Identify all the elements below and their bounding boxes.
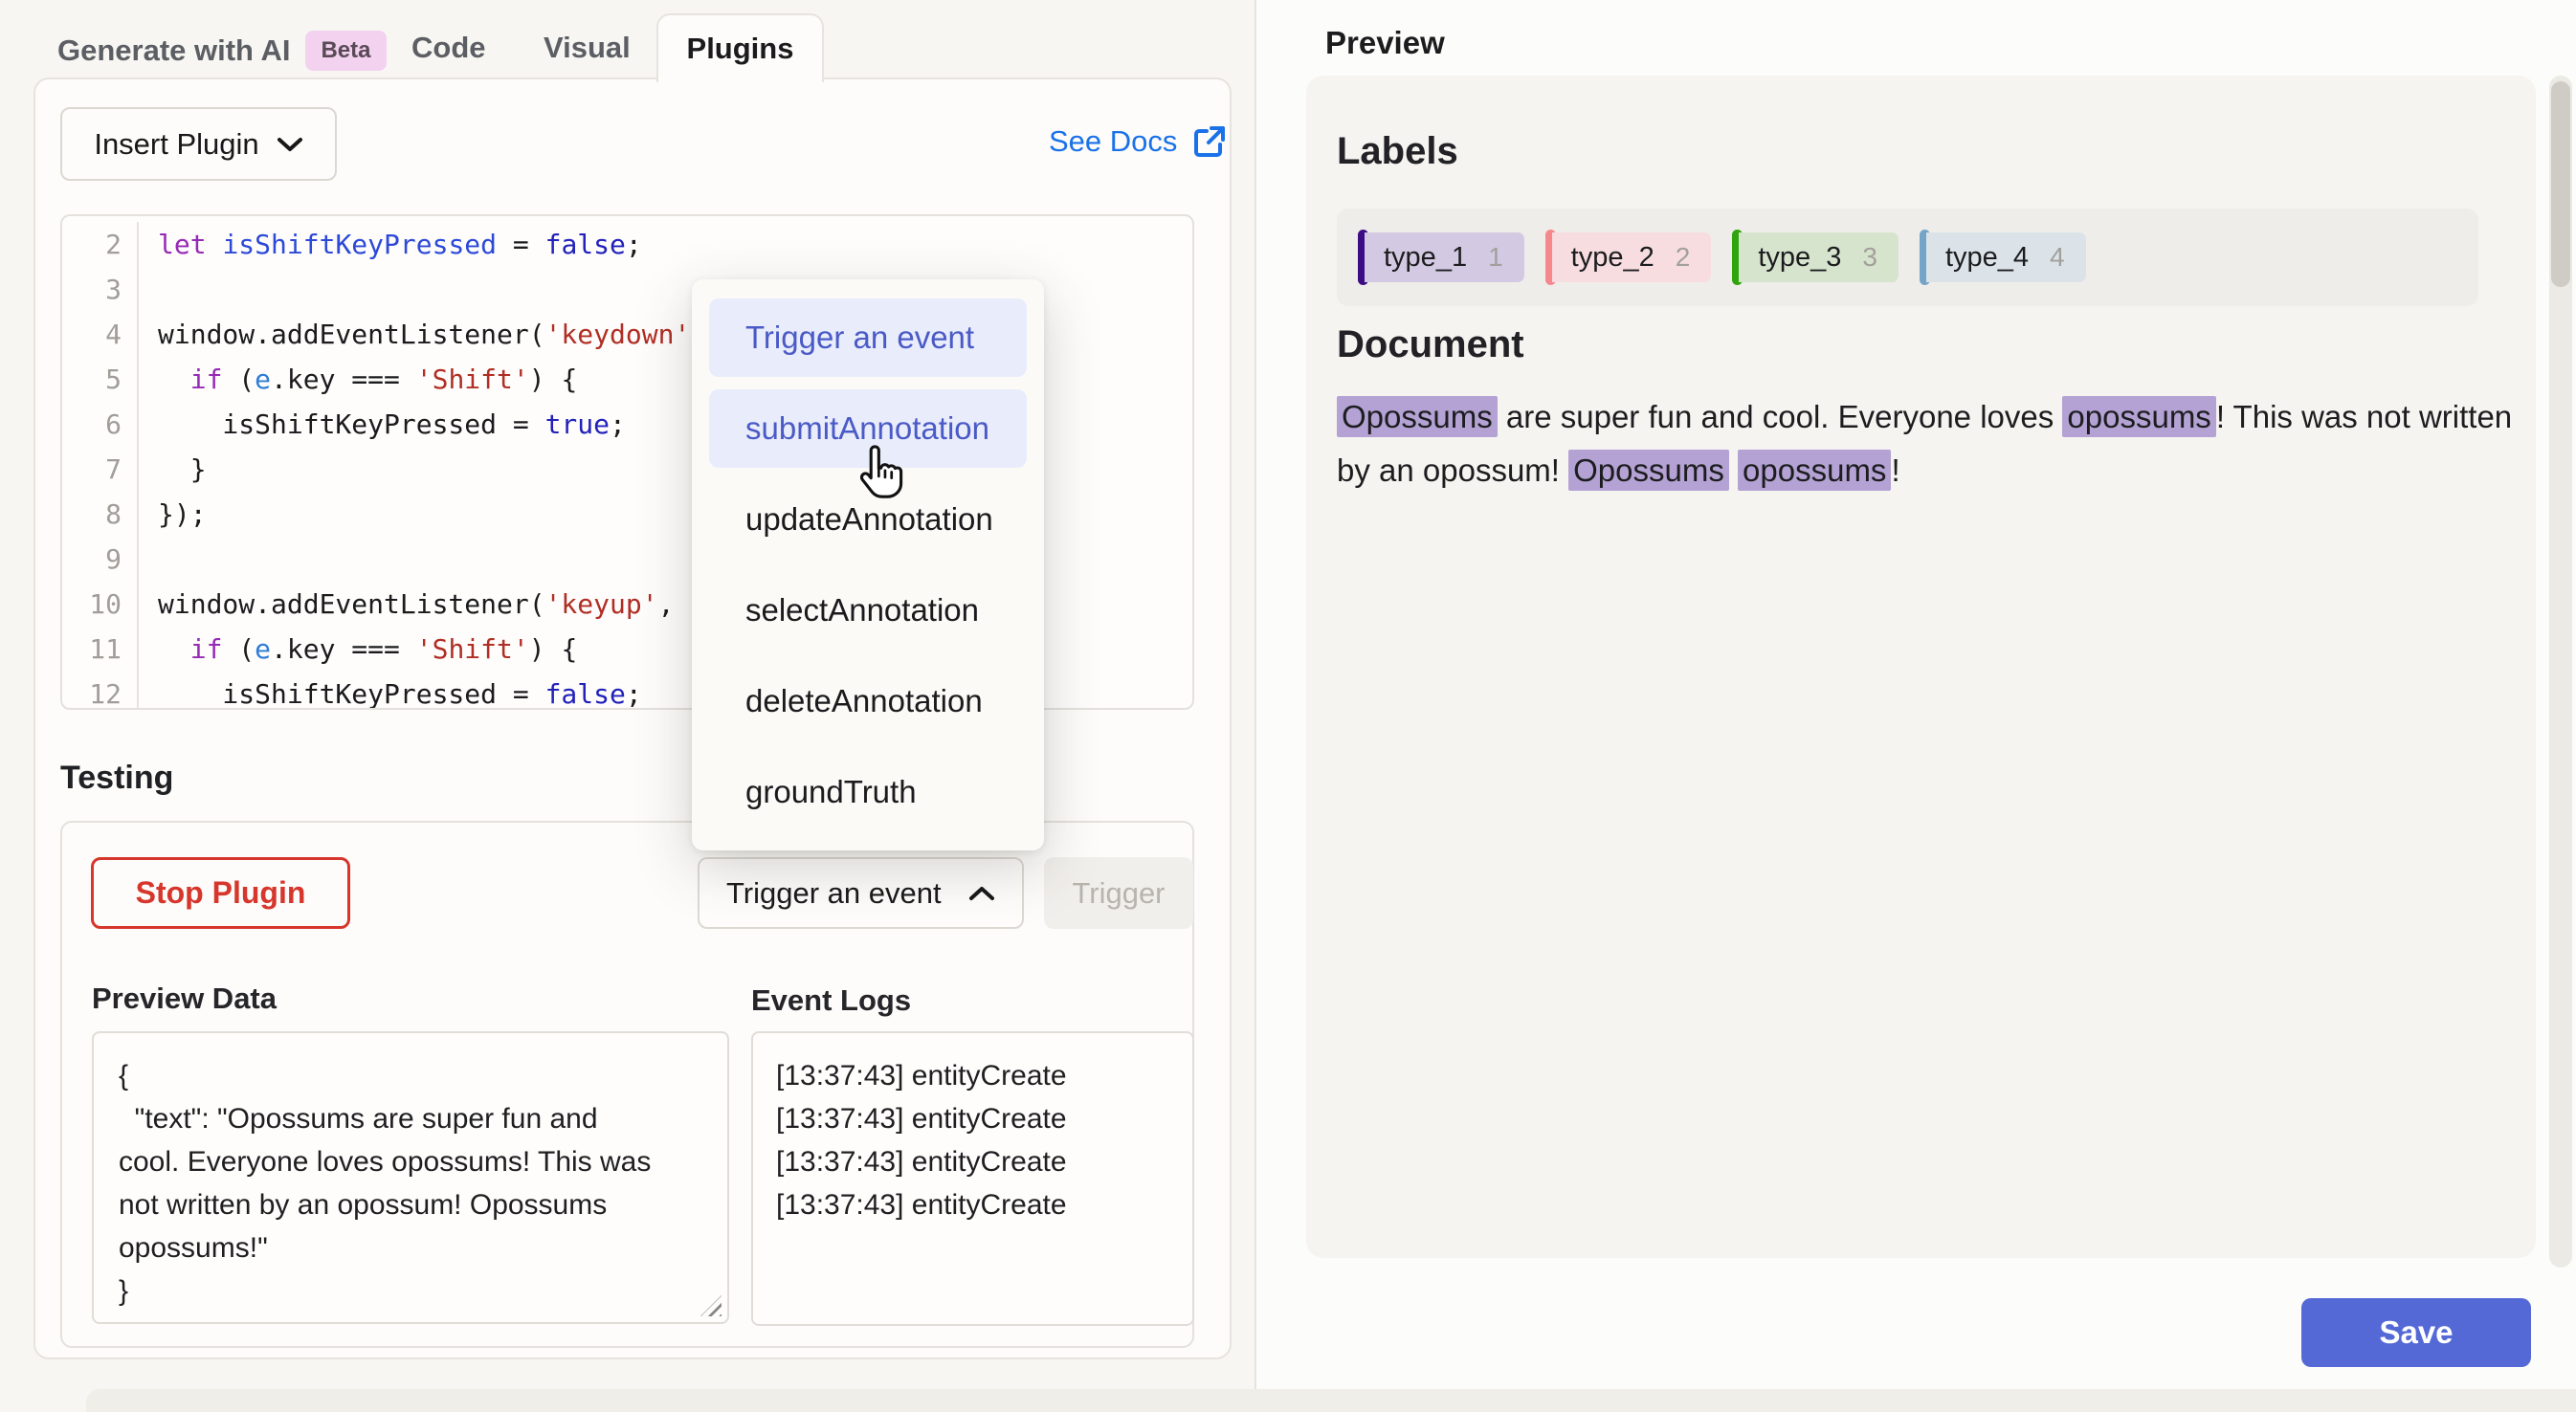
event-menu: Trigger an eventsubmitAnnotationupdateAn… <box>692 279 1044 850</box>
bottom-edge-strip <box>86 1389 2576 1412</box>
tab-visual[interactable]: Visual <box>544 31 631 65</box>
preview-data-line: } <box>119 1269 702 1313</box>
label-chip-type_1[interactable]: type_1 1 <box>1358 230 1524 285</box>
line-number: 9 <box>62 537 139 582</box>
chip-count: 4 <box>2050 242 2065 273</box>
chip-label: type_1 <box>1384 242 1467 274</box>
code-text: isShiftKeyPressed = false; <box>139 672 642 710</box>
tab-plugins[interactable]: Plugins <box>656 13 824 82</box>
labels-chip-strip: type_1 1 type_2 2 type_3 3 type_4 4 <box>1337 209 2478 306</box>
label-chip-type_3[interactable]: type_3 3 <box>1732 230 1899 285</box>
see-docs-label: See Docs <box>1049 124 1177 159</box>
preview-data-line: not written by an opossum! Opossums <box>119 1183 702 1226</box>
annotated-span[interactable]: Opossums <box>1337 396 1498 437</box>
menu-item-selectannotation[interactable]: selectAnnotation <box>709 571 1027 650</box>
chip-label: type_3 <box>1758 242 1841 274</box>
annotated-span[interactable]: opossums <box>2062 396 2215 437</box>
code-text <box>139 267 158 312</box>
chevron-down-icon <box>277 136 303 153</box>
event-logs-box: [13:37:43] entityCreate[13:37:43] entity… <box>751 1031 1194 1326</box>
chip-count: 3 <box>1862 242 1877 273</box>
line-number: 12 <box>62 672 139 710</box>
line-number: 4 <box>62 312 139 357</box>
document-text: Opossums are super fun and cool. Everyon… <box>1337 390 2519 497</box>
document-plain-text: ! <box>1891 452 1899 488</box>
beta-badge: Beta <box>305 31 386 71</box>
testing-heading: Testing <box>60 760 173 797</box>
document-heading: Document <box>1337 323 1524 366</box>
chip-count: 2 <box>1676 242 1691 273</box>
chevron-up-icon <box>968 885 995 902</box>
line-number: 11 <box>62 627 139 672</box>
document-plain-text: are super fun and cool. Everyone loves <box>1498 399 2063 434</box>
annotated-span[interactable]: opossums <box>1738 450 1891 491</box>
menu-item-trigger-an-event[interactable]: Trigger an event <box>709 298 1027 377</box>
see-docs-link[interactable]: See Docs <box>1049 124 1227 159</box>
plugin-editor-window: Generate with AI Beta Code Visual Plugin… <box>0 0 2576 1412</box>
code-text: isShiftKeyPressed = true; <box>139 402 626 447</box>
chip-count: 1 <box>1488 242 1503 273</box>
tab-generate-with-ai[interactable]: Generate with AI Beta <box>57 31 387 71</box>
chip-label: type_2 <box>1571 242 1654 274</box>
code-text: let isShiftKeyPressed = false; <box>139 222 642 267</box>
annotated-span[interactable]: Opossums <box>1568 450 1729 491</box>
preview-heading: Preview <box>1325 25 1445 61</box>
preview-data-line: { <box>119 1054 702 1097</box>
line-number: 7 <box>62 447 139 492</box>
code-text: } <box>139 447 207 492</box>
code-text: if (e.key === 'Shift') { <box>139 357 577 402</box>
line-number: 8 <box>62 492 139 537</box>
labels-heading: Labels <box>1337 130 1458 173</box>
insert-plugin-button[interactable]: Insert Plugin <box>60 107 337 181</box>
log-entry: [13:37:43] entityCreate <box>776 1183 1169 1226</box>
code-line-2[interactable]: 2let isShiftKeyPressed = false; <box>62 222 1192 267</box>
line-number: 10 <box>62 582 139 627</box>
code-text <box>139 537 158 582</box>
preview-data-line: "text": "Opossums are super fun and <box>119 1097 702 1140</box>
tab-generate-label: Generate with AI <box>57 33 290 68</box>
code-text: if (e.key === 'Shift') { <box>139 627 577 672</box>
preview-data-line: opossums!" <box>119 1226 702 1269</box>
line-number: 3 <box>62 267 139 312</box>
label-chip-type_2[interactable]: type_2 2 <box>1545 230 1712 285</box>
event-logs-label: Event Logs <box>751 983 911 1018</box>
insert-plugin-label: Insert Plugin <box>94 127 258 162</box>
stop-plugin-button[interactable]: Stop Plugin <box>91 857 350 929</box>
menu-item-groundtruth[interactable]: groundTruth <box>709 753 1027 831</box>
code-text: }); <box>139 492 207 537</box>
log-entry: [13:37:43] entityCreate <box>776 1140 1169 1183</box>
document-plain-text <box>1729 452 1738 488</box>
trigger-button-disabled: Trigger <box>1044 857 1193 929</box>
preview-data-line: cool. Everyone loves opossums! This was <box>119 1140 702 1183</box>
menu-item-deleteannotation[interactable]: deleteAnnotation <box>709 662 1027 740</box>
chip-label: type_4 <box>1945 242 2029 274</box>
hand-cursor-icon <box>854 442 913 505</box>
line-number: 6 <box>62 402 139 447</box>
event-select-dropdown[interactable]: Trigger an event <box>698 857 1024 929</box>
line-number: 2 <box>62 222 139 267</box>
tab-code[interactable]: Code <box>411 31 486 65</box>
event-select-value: Trigger an event <box>726 876 942 911</box>
label-chip-type_4[interactable]: type_4 4 <box>1920 230 2086 285</box>
scrollbar-thumb[interactable] <box>2551 81 2570 287</box>
log-entry: [13:37:43] entityCreate <box>776 1054 1169 1097</box>
save-button[interactable]: Save <box>2301 1298 2531 1367</box>
preview-data-textarea[interactable]: { "text": "Opossums are super fun andcoo… <box>92 1031 729 1324</box>
line-number: 5 <box>62 357 139 402</box>
log-entry: [13:37:43] entityCreate <box>776 1097 1169 1140</box>
preview-data-label: Preview Data <box>92 982 277 1016</box>
resize-handle-icon[interactable] <box>700 1295 722 1316</box>
scrollbar-track[interactable] <box>2549 76 2572 1268</box>
external-link-icon <box>1192 124 1227 159</box>
